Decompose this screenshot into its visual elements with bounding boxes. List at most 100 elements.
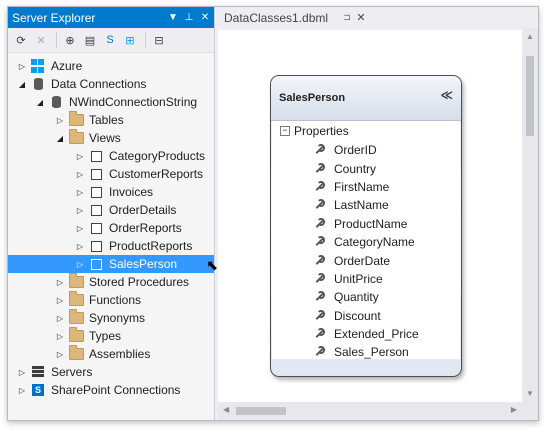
expand-arrow-icon[interactable]: ▷ — [16, 62, 28, 71]
tree-node[interactable]: ▷ Synonyms — [8, 309, 214, 327]
tree-node[interactable]: ▷ ProductReports — [8, 237, 214, 255]
connect-to-server-icon[interactable]: ▤ — [81, 31, 99, 49]
tree-node-label: Types — [89, 329, 122, 343]
document-tab-row: DataClasses1.dbml ⊐ ✕ — [218, 7, 538, 28]
scrollbar-corner — [522, 402, 538, 420]
tree-node[interactable]: ◢ Data Connections — [8, 75, 214, 93]
property-name: Country — [334, 161, 377, 176]
expand-arrow-icon[interactable]: ▷ — [74, 188, 86, 197]
expand-arrow-icon[interactable]: ▷ — [16, 368, 28, 377]
collapse-arrow-icon[interactable]: ◢ — [34, 98, 46, 107]
property-wrench-icon — [314, 272, 325, 284]
property-list: OrderID Country FirstName LastName ProductNa… — [272, 141, 460, 362]
tree-node[interactable]: ▷ S SharePoint Connections — [8, 381, 214, 399]
property-row[interactable]: LastName — [272, 196, 460, 214]
property-row[interactable]: FirstName — [272, 178, 460, 196]
property-wrench-icon — [314, 309, 325, 321]
property-row[interactable]: Country — [272, 159, 460, 177]
scroll-up-icon[interactable]: ▲ — [522, 32, 538, 41]
collapse-arrow-icon[interactable]: ◢ — [54, 134, 66, 143]
property-name: FirstName — [334, 179, 390, 194]
property-name: Sales_Person — [334, 345, 409, 360]
server-explorer-title: Server Explorer — [12, 10, 96, 25]
expand-arrow-icon[interactable]: ▷ — [74, 242, 86, 251]
property-row[interactable]: OrderDate — [272, 251, 460, 269]
properties-icon[interactable]: ⊟ — [150, 31, 168, 49]
stop-icon[interactable]: ✕ — [32, 31, 50, 49]
collapse-icon[interactable]: ≪ — [440, 88, 453, 102]
expand-arrow-icon[interactable]: ▷ — [74, 224, 86, 233]
property-wrench-icon — [314, 162, 325, 174]
collapse-arrow-icon[interactable]: ◢ — [16, 80, 28, 89]
tree-node[interactable]: ▷ Servers — [8, 363, 214, 381]
tree-node[interactable]: ▷ Invoices — [8, 183, 214, 201]
expand-arrow-icon[interactable]: ▷ — [54, 350, 66, 359]
window-position-dropdown-icon[interactable]: ▼ — [166, 12, 180, 23]
pin-tab-icon[interactable]: ⊐ — [340, 12, 354, 23]
tree-node[interactable]: ◢ NWindConnectionString — [8, 93, 214, 111]
vertical-scrollbar[interactable]: ▲ ▼ — [522, 28, 538, 402]
tree-node[interactable]: ▷ OrderDetails — [8, 201, 214, 219]
property-row[interactable]: OrderID — [272, 141, 460, 159]
property-row[interactable]: ProductName — [272, 215, 460, 233]
tree-node-label: Azure — [51, 59, 83, 73]
expand-arrow-icon[interactable]: ▷ — [54, 116, 66, 125]
property-wrench-icon — [314, 199, 325, 210]
expand-arrow-icon[interactable]: ▷ — [54, 278, 66, 287]
auto-hide-pin-icon[interactable]: ⊥ — [182, 12, 196, 23]
property-row[interactable]: Quantity — [272, 288, 460, 306]
entity-header[interactable]: SalesPerson ≪ — [271, 76, 461, 121]
property-row[interactable]: Sales_Person — [272, 343, 460, 361]
tree-node-label: Views — [89, 131, 121, 145]
tree-node-label: Servers — [51, 365, 93, 379]
close-tab-icon[interactable]: ✕ — [354, 11, 368, 24]
expand-arrow-icon[interactable]: ▷ — [54, 332, 66, 341]
expand-arrow-icon[interactable]: ▷ — [74, 206, 86, 215]
property-row[interactable]: UnitPrice — [272, 270, 460, 288]
database-icon — [30, 77, 46, 91]
properties-section-header[interactable]: − Properties — [272, 121, 460, 141]
tree-node[interactable]: ▷ Types — [8, 327, 214, 345]
tree-node-label: Synonyms — [89, 311, 146, 325]
expand-arrow-icon[interactable]: ▷ — [54, 314, 66, 323]
tree-node[interactable]: ▷ Stored Procedures — [8, 273, 214, 291]
connect-to-azure-icon[interactable]: ⊞ — [121, 31, 139, 49]
expand-arrow-icon[interactable]: ▷ — [54, 296, 66, 305]
tree-node[interactable]: ▷ Assemblies — [8, 345, 214, 363]
property-row[interactable]: Extended_Price — [272, 325, 460, 343]
close-icon[interactable]: ✕ — [198, 12, 212, 23]
expand-arrow-icon[interactable]: ▷ — [74, 152, 86, 161]
property-row[interactable]: CategoryName — [272, 233, 460, 251]
tree-node[interactable]: ▷ Functions — [8, 291, 214, 309]
expand-arrow-icon[interactable]: ▷ — [74, 170, 86, 179]
folder-icon — [68, 273, 84, 289]
tree-node[interactable]: ▷ CategoryProducts — [8, 147, 214, 165]
tree-node[interactable]: ▷ OrderReports — [8, 219, 214, 237]
scroll-right-icon[interactable]: ▶ — [511, 405, 517, 414]
connect-to-database-icon[interactable]: ⊕ — [61, 31, 79, 49]
property-row[interactable]: Discount — [272, 307, 460, 325]
expand-arrow-icon[interactable]: ▷ — [16, 386, 28, 395]
server-explorer-tree: ▷ Azure ◢ Data Connections ◢ NWindConnectionS… — [8, 57, 218, 399]
collapse-section-icon[interactable]: − — [280, 126, 290, 136]
scroll-down-icon[interactable]: ▼ — [522, 389, 538, 398]
folder-icon — [68, 291, 84, 307]
tab-dataclasses1-dbml[interactable]: DataClasses1.dbml ⊐ ✕ — [218, 7, 368, 28]
scroll-thumb[interactable] — [236, 407, 286, 415]
connect-to-sharepoint-icon[interactable]: S — [101, 31, 119, 49]
refresh-icon[interactable]: ⟳ — [12, 31, 30, 49]
property-name: CategoryName — [334, 235, 415, 250]
scroll-thumb[interactable] — [526, 56, 534, 136]
expand-arrow-icon[interactable]: ▷ — [74, 260, 86, 269]
entity-shape-salesperson[interactable]: SalesPerson ≪ − Properties OrderID Countr… — [270, 75, 462, 377]
tree-node[interactable]: ▷ Tables — [8, 111, 214, 129]
tree-node[interactable]: ▷ SalesPerson ⬉ — [8, 255, 218, 273]
tree-node[interactable]: ◢ Views — [8, 129, 214, 147]
tree-node[interactable]: ▷ Azure — [8, 57, 214, 75]
scroll-left-icon[interactable]: ◀ — [223, 405, 229, 414]
folder-icon — [68, 327, 84, 343]
folder-icon — [68, 345, 84, 361]
view-icon — [88, 185, 104, 199]
horizontal-scrollbar[interactable]: ◀ ▶ — [218, 402, 522, 420]
tree-node[interactable]: ▷ CustomerReports — [8, 165, 214, 183]
